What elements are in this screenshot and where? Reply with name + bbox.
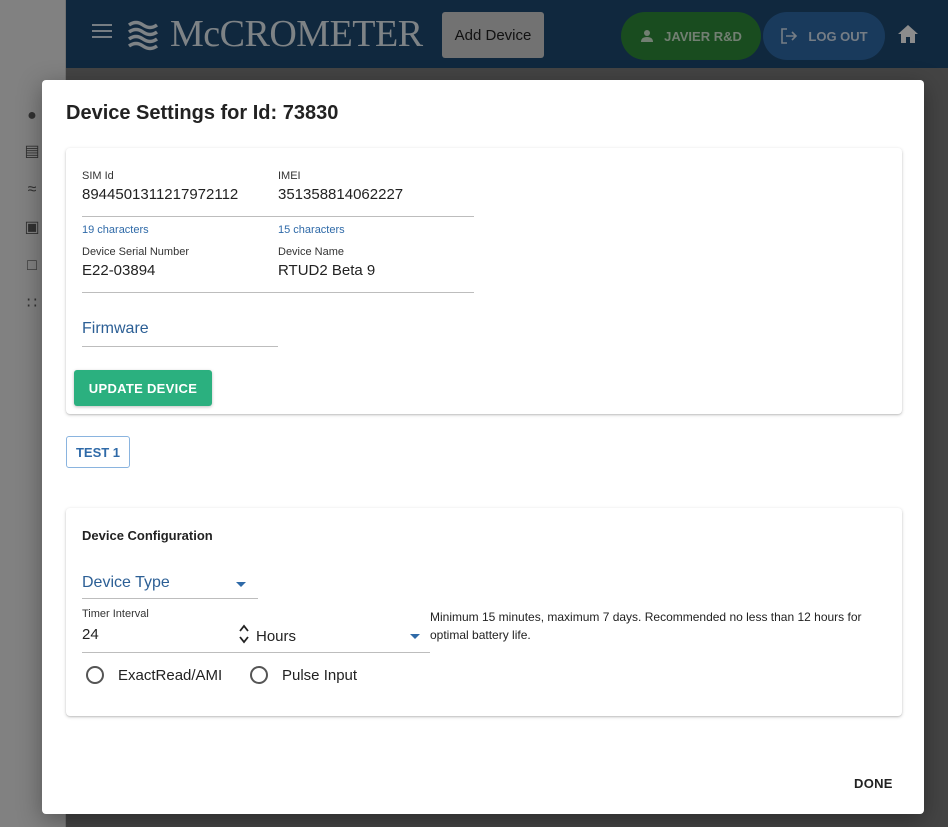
firmware-underline <box>82 346 278 347</box>
test-1-button[interactable]: TEST 1 <box>66 436 130 468</box>
device-type-select[interactable]: Device Type <box>82 574 258 600</box>
serial-number-value[interactable]: E22-03894 <box>82 262 189 279</box>
radio-exactread[interactable]: ExactRead/AMI <box>86 666 222 684</box>
stepper-icon[interactable] <box>238 622 250 646</box>
sim-id-underline <box>82 216 278 217</box>
radio-pulse-input[interactable]: Pulse Input <box>250 666 357 684</box>
serial-number-label: Device Serial Number <box>82 246 189 258</box>
dialog-title: Device Settings for Id: 73830 <box>66 102 339 124</box>
imei-value[interactable]: 351358814062227 <box>278 186 403 203</box>
device-configuration-card: Device Configuration Device Type Timer I… <box>66 508 902 716</box>
sim-id-helper: 19 characters <box>82 224 149 236</box>
device-identity-card: SIM Id 8944501311217972112 19 characters… <box>66 148 902 414</box>
radio-pulse-label: Pulse Input <box>282 666 358 684</box>
device-settings-dialog: Device Settings for Id: 73830 SIM Id 894… <box>42 80 924 814</box>
radio-exactread-label: ExactRead/AMI <box>118 666 223 684</box>
serial-number-field[interactable]: Device Serial Number E22-03894 <box>82 246 189 279</box>
radio-circle-icon[interactable] <box>250 666 268 684</box>
radio-circle-icon[interactable] <box>86 666 104 684</box>
device-name-value[interactable]: RTUD2 Beta 9 <box>278 262 375 279</box>
imei-field[interactable]: IMEI 351358814062227 <box>278 170 403 203</box>
chevron-down-icon[interactable] <box>236 582 246 587</box>
imei-label: IMEI <box>278 170 301 182</box>
device-type-placeholder: Device Type <box>82 574 170 591</box>
timer-hint-text: Minimum 15 minutes, maximum 7 days. Reco… <box>430 610 862 642</box>
device-name-label: Device Name <box>278 246 345 258</box>
device-name-field[interactable]: Device Name RTUD2 Beta 9 <box>278 246 375 279</box>
chevron-down-icon[interactable] <box>410 634 420 639</box>
sim-id-value[interactable]: 8944501311217972112 <box>82 186 238 203</box>
imei-helper: 15 characters <box>278 224 345 236</box>
device-type-underline <box>82 598 258 599</box>
firmware-input[interactable]: Firmware <box>82 320 149 338</box>
imei-underline <box>278 216 474 217</box>
sim-id-label: SIM Id <box>82 170 114 182</box>
timer-interval-input[interactable]: 24 <box>82 626 99 643</box>
device-name-underline <box>278 292 474 293</box>
serial-number-underline <box>82 292 278 293</box>
done-button[interactable]: DONE <box>854 776 893 791</box>
time-unit-select[interactable]: Hours <box>256 628 296 645</box>
sim-id-field[interactable]: SIM Id 8944501311217972112 <box>82 170 238 203</box>
config-title: Device Configuration <box>82 528 213 543</box>
timer-interval-label: Timer Interval <box>82 608 149 620</box>
timer-interval-underline <box>82 652 430 653</box>
update-device-button[interactable]: UPDATE DEVICE <box>74 370 212 406</box>
